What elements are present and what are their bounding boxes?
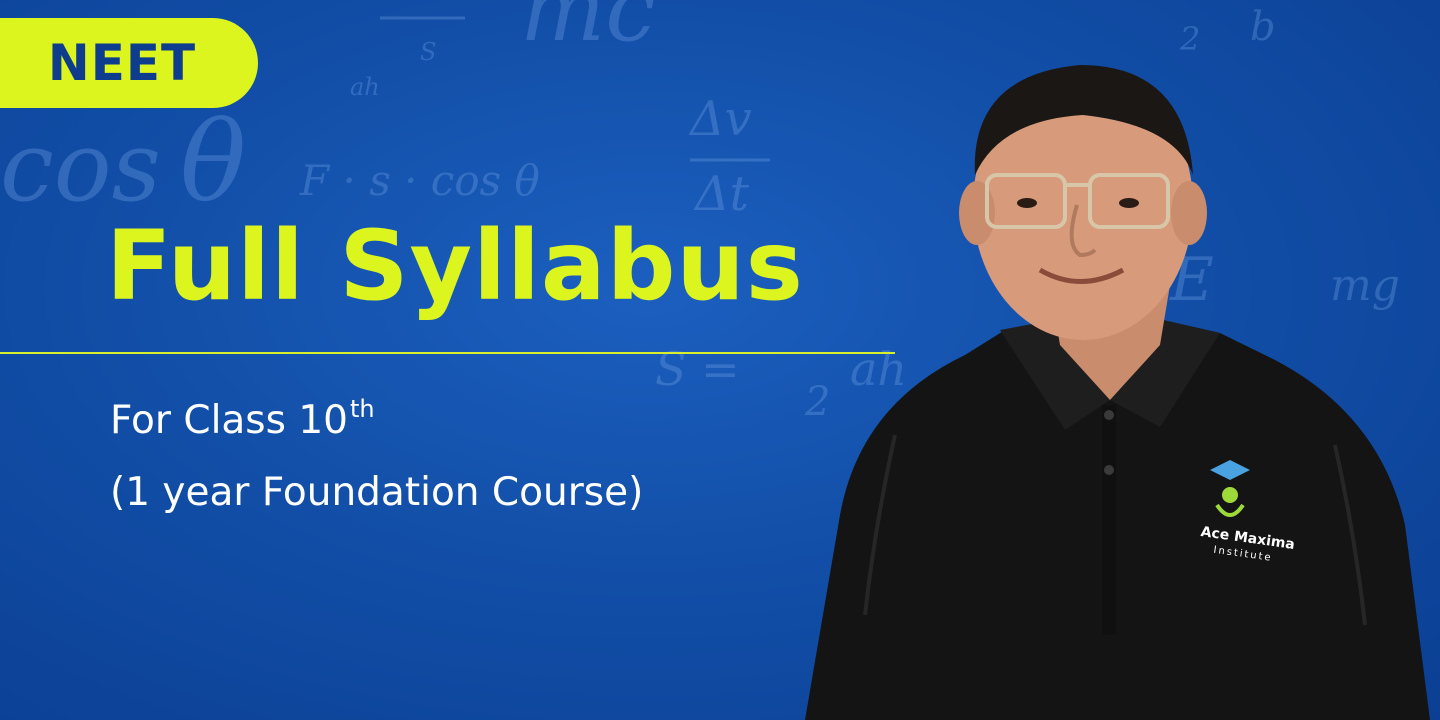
svg-text:Δv: Δv bbox=[688, 91, 752, 147]
svg-text:mc: mc bbox=[520, 0, 656, 62]
class-line: For Class 10th bbox=[110, 395, 375, 443]
instructor-photo: Ace Maxima Institute bbox=[805, 65, 1430, 720]
svg-text:F · s · cos θ: F · s · cos θ bbox=[299, 156, 540, 205]
svg-text:ah: ah bbox=[350, 73, 380, 101]
neet-badge-label: NEET bbox=[47, 34, 197, 92]
svg-text:2: 2 bbox=[1179, 20, 1200, 58]
headline-title: Full Syllabus bbox=[106, 210, 804, 322]
neet-badge: NEET bbox=[0, 18, 258, 108]
svg-text:b: b bbox=[1250, 4, 1276, 50]
class-line-suffix: th bbox=[349, 395, 375, 423]
svg-text:S: S bbox=[420, 38, 436, 66]
headline-divider bbox=[0, 352, 895, 354]
course-banner: cos θ F · s · cos θ mc Δv Δt S = ah 2 E … bbox=[0, 0, 1440, 720]
class-line-text: For Class 10 bbox=[110, 398, 348, 443]
course-duration-line: (1 year Foundation Course) bbox=[110, 470, 644, 515]
svg-text:S =: S = bbox=[655, 342, 740, 396]
